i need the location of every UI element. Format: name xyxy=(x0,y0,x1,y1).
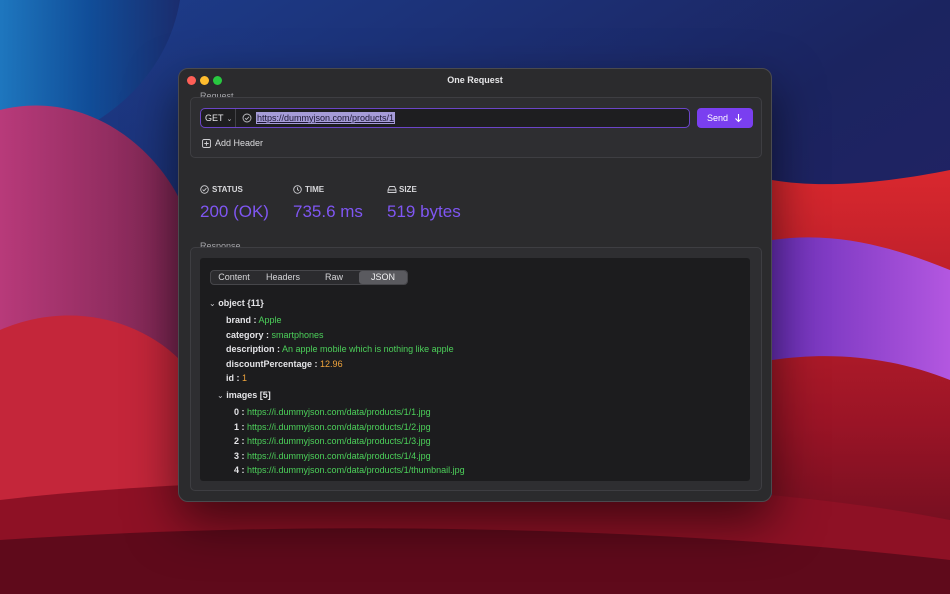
drive-icon xyxy=(387,186,397,193)
time-value: 735.6 ms xyxy=(293,202,363,221)
time-stat: TIME 735.6 ms xyxy=(293,184,363,222)
status-label: STATUS xyxy=(212,185,243,194)
url-bar: GET ⌄ https://dummyjson.com/products/1 xyxy=(200,108,690,128)
json-key: 3 : xyxy=(234,451,245,461)
json-row: 1 : https://i.dummyjson.com/data/product… xyxy=(234,422,431,432)
json-row: 4 : https://i.dummyjson.com/data/product… xyxy=(234,465,465,475)
url-input[interactable]: https://dummyjson.com/products/1 xyxy=(256,112,396,124)
json-key: discountPercentage : xyxy=(226,359,318,369)
chevron-down-icon: ⌄ xyxy=(217,391,224,400)
status-stat: STATUS 200 (OK) xyxy=(200,184,269,222)
json-row: discountPercentage : 12.96 xyxy=(226,359,343,369)
size-label: SIZE xyxy=(399,185,417,194)
check-circle-icon xyxy=(242,113,252,123)
json-row: 3 : https://i.dummyjson.com/data/product… xyxy=(234,451,431,461)
json-key: category : xyxy=(226,330,270,340)
send-button[interactable]: Send xyxy=(697,108,753,128)
chevron-down-icon: ⌄ xyxy=(209,299,216,308)
json-value: smartphones xyxy=(271,330,324,340)
json-row: 2 : https://i.dummyjson.com/data/product… xyxy=(234,436,431,446)
response-panel: Content Headers Raw JSON ⌄ object {11} b… xyxy=(200,258,750,481)
json-key: description : xyxy=(226,344,281,354)
root-node[interactable]: ⌄ object {11} xyxy=(209,298,264,308)
clock-icon xyxy=(293,185,302,194)
json-key: brand : xyxy=(226,315,257,325)
json-row: brand : Apple xyxy=(226,315,282,325)
add-header-label: Add Header xyxy=(215,138,264,148)
json-row: description : An apple mobile which is n… xyxy=(226,344,454,354)
json-row: category : smartphones xyxy=(226,330,324,340)
request-group: GET ⌄ https://dummyjson.com/products/1 Se… xyxy=(190,97,762,158)
json-row: id : 1 xyxy=(226,373,247,383)
images-label: images [5] xyxy=(226,390,271,400)
json-key: 2 : xyxy=(234,436,245,446)
images-node[interactable]: ⌄ images [5] xyxy=(217,390,271,400)
window-title: One Request xyxy=(447,75,503,85)
json-value: https://i.dummyjson.com/data/products/1/… xyxy=(247,465,465,475)
plus-square-icon xyxy=(202,139,211,148)
arrow-down-icon xyxy=(735,114,742,123)
json-key: 0 : xyxy=(234,407,245,417)
json-value: Apple xyxy=(258,315,282,325)
json-key: id : xyxy=(226,373,240,383)
json-tree: ⌄ object {11} brand : Apple category : s… xyxy=(200,258,750,481)
json-value: An apple mobile which is nothing like ap… xyxy=(282,344,454,354)
json-key: 4 : xyxy=(234,465,245,475)
json-value: https://i.dummyjson.com/data/products/1/… xyxy=(247,436,431,446)
json-value: https://i.dummyjson.com/data/products/1/… xyxy=(247,407,431,417)
json-value: https://i.dummyjson.com/data/products/1/… xyxy=(247,422,431,432)
method-value: GET xyxy=(205,113,224,123)
status-value: 200 (OK) xyxy=(200,202,269,221)
json-value: 12.96 xyxy=(320,359,343,369)
send-button-label: Send xyxy=(707,113,729,123)
size-value: 519 bytes xyxy=(387,202,461,221)
root-label: object {11} xyxy=(218,298,264,308)
method-select[interactable]: GET ⌄ xyxy=(201,109,236,127)
chevron-down-icon: ⌄ xyxy=(226,116,233,123)
size-stat: SIZE 519 bytes xyxy=(387,184,461,222)
check-circle-icon xyxy=(200,185,209,194)
json-row: 0 : https://i.dummyjson.com/data/product… xyxy=(234,407,431,417)
time-label: TIME xyxy=(305,185,325,194)
json-value: 1 xyxy=(242,373,248,383)
app-window: One Request Request GET ⌄ https://dummyjs… xyxy=(178,68,772,502)
title-bar: One Request xyxy=(179,69,771,93)
json-key: 1 : xyxy=(234,422,245,432)
json-value: https://i.dummyjson.com/data/products/1/… xyxy=(247,451,431,461)
